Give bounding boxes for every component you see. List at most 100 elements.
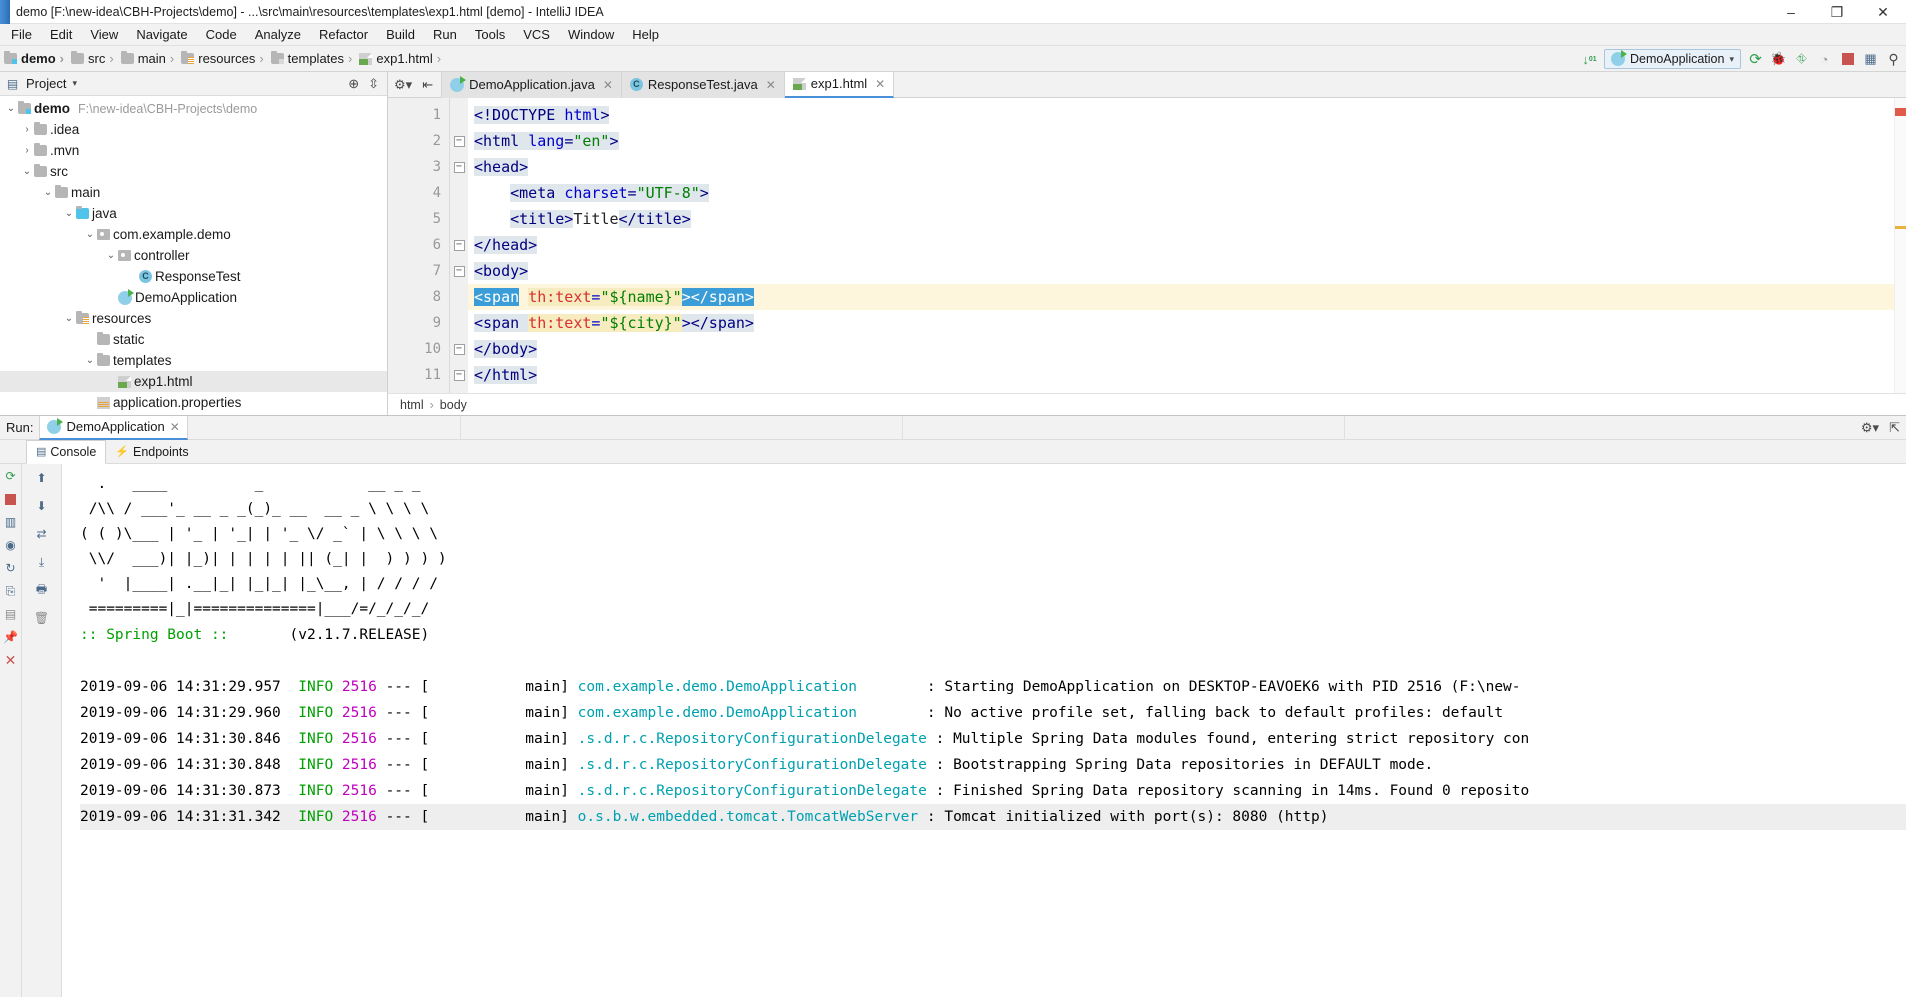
expand-arrow-icon[interactable]: › — [20, 145, 34, 156]
menu-refactor[interactable]: Refactor — [310, 26, 377, 43]
run-left-rail[interactable]: ⟳ ▥ ◉ ↻ ⎘ ▤ 📌 ✕ — [0, 464, 22, 997]
close-tab-icon[interactable]: ✕ — [603, 78, 613, 92]
expand-arrow-icon[interactable]: ⌄ — [62, 208, 76, 219]
close-icon[interactable]: ✕ — [170, 420, 180, 434]
breadcrumb-exp1html[interactable]: exp1.html › — [359, 51, 448, 66]
expand-arrow-icon[interactable]: ⌄ — [41, 187, 55, 198]
code-line-8[interactable]: <span th:text="${name}"></span> — [468, 284, 1906, 310]
tree-row-demo[interactable]: ⌄ demo F:\new-idea\CBH-Projects\demo — [0, 98, 387, 119]
fold-toggle-icon[interactable]: − — [453, 239, 465, 251]
code-editor[interactable]: 1 2 3 4 5 6 7 8 9 10 11 − − − − − − <!DO… — [388, 98, 1906, 393]
menu-file[interactable]: File — [2, 26, 41, 43]
settings-icon[interactable]: ⚙▾ — [1861, 420, 1879, 436]
run-subtabs[interactable]: ▤ Console ⚡ Endpoints — [0, 439, 1906, 464]
hide-icon[interactable]: ⇱ — [1889, 420, 1900, 436]
hide-panel-icon[interactable]: ⇤ — [422, 77, 433, 93]
tree-row-demoapplication[interactable]: DemoApplication — [0, 287, 387, 308]
tree-row-package[interactable]: ⌄ com.example.demo — [0, 224, 387, 245]
code-line-4[interactable]: <meta charset="UTF-8"> — [468, 180, 1906, 206]
code-line-7[interactable]: <body> — [468, 258, 1906, 284]
window-controls[interactable]: – ❐ ✕ — [1768, 0, 1906, 24]
gear-icon[interactable]: ⚙▾ — [394, 77, 412, 93]
tree-row-responsetest[interactable]: C ResponseTest — [0, 266, 387, 287]
expand-arrow-icon[interactable]: ⌄ — [83, 229, 97, 240]
down-arrow-icon[interactable]: ⬇ — [34, 498, 50, 514]
menu-tools[interactable]: Tools — [466, 26, 514, 43]
menu-help[interactable]: Help — [623, 26, 668, 43]
fold-toggle-icon[interactable]: − — [453, 343, 465, 355]
menubar[interactable]: File Edit View Navigate Code Analyze Ref… — [0, 24, 1906, 46]
editor-structure-breadcrumb[interactable]: html › body — [388, 393, 1906, 415]
minimize-button[interactable]: – — [1768, 0, 1814, 24]
code-line-10[interactable]: </body> — [468, 336, 1906, 362]
code-line-3[interactable]: <head> — [468, 154, 1906, 180]
tree-row-mvn[interactable]: › .mvn — [0, 140, 387, 161]
close-tab-icon[interactable]: ✕ — [875, 77, 885, 91]
breadcrumb-body[interactable]: body — [440, 398, 467, 412]
expand-arrow-icon[interactable]: ⌄ — [104, 250, 118, 261]
up-arrow-icon[interactable]: ⬆ — [34, 470, 50, 486]
fold-toggle-icon[interactable]: − — [453, 135, 465, 147]
code-line-9[interactable]: <span th:text="${city}"></span> — [468, 310, 1906, 336]
close-icon[interactable]: ✕ — [3, 652, 19, 668]
menu-code[interactable]: Code — [197, 26, 246, 43]
search-icon[interactable]: ⚲ — [1885, 51, 1902, 68]
error-stripe-marker[interactable] — [1894, 98, 1906, 393]
code-line-5[interactable]: <title>Title</title> — [468, 206, 1906, 232]
tree-row-src[interactable]: ⌄ src — [0, 161, 387, 182]
breadcrumb-templates[interactable]: templates › — [270, 51, 360, 66]
expand-arrow-icon[interactable]: ⌄ — [4, 103, 18, 114]
stop-icon[interactable] — [1839, 51, 1856, 68]
editor-tabs[interactable]: DemoApplication.java ✕ C ResponseTest.ja… — [442, 71, 895, 98]
print-icon[interactable]: 🖶 — [34, 582, 50, 598]
breadcrumb-main[interactable]: main › — [120, 51, 182, 66]
coverage-icon[interactable]: ⛗ — [1793, 51, 1810, 68]
tree-row-static[interactable]: static — [0, 329, 387, 350]
tab-responsetest-java[interactable]: C ResponseTest.java ✕ — [621, 71, 785, 98]
menu-build[interactable]: Build — [377, 26, 424, 43]
fold-toggle-icon[interactable]: − — [453, 265, 465, 277]
chevron-down-icon[interactable]: ▾ — [1729, 54, 1734, 65]
chevron-down-icon[interactable]: ▾ — [72, 78, 77, 89]
collapse-all-icon[interactable]: ⇳ — [368, 76, 379, 92]
menu-analyze[interactable]: Analyze — [246, 26, 310, 43]
tree-row-controller[interactable]: ⌄ controller — [0, 245, 387, 266]
breadcrumb-resources[interactable]: resources › — [181, 51, 270, 66]
attach-icon[interactable]: ⎘ — [3, 583, 19, 599]
console-output[interactable]: . ____ _ __ _ _ /\\ / ___'_ __ _ _(_)_ _… — [62, 464, 1906, 997]
code-line-11[interactable]: </html> — [468, 362, 1906, 388]
thread-dump-icon[interactable]: ◉ — [3, 537, 19, 553]
breadcrumb-src[interactable]: src › — [71, 51, 121, 66]
run-icon[interactable]: ⟳ — [1747, 51, 1764, 68]
tree-row-java[interactable]: ⌄ java — [0, 203, 387, 224]
scroll-to-end-icon[interactable]: ⤓ — [34, 554, 50, 570]
tab-demoapplication-java[interactable]: DemoApplication.java ✕ — [442, 71, 622, 98]
run-configuration-selector[interactable]: DemoApplication ▾ — [1603, 49, 1741, 69]
breadcrumb-demo[interactable]: demo › — [4, 51, 71, 66]
history-icon[interactable]: ▤ — [3, 606, 19, 622]
breadcrumb-html[interactable]: html — [400, 398, 424, 412]
console-action-gutter[interactable]: ⬆ ⬇ ⇄ ⤓ 🖶 🗑 — [22, 464, 62, 997]
code-line-6[interactable]: </head> — [468, 232, 1906, 258]
profile-icon[interactable]: ◔ — [1816, 51, 1833, 68]
sort-numeric-icon[interactable]: ↓ 01 — [1581, 51, 1598, 68]
expand-arrow-icon[interactable]: ⌄ — [83, 355, 97, 366]
menu-navigate[interactable]: Navigate — [127, 26, 196, 43]
menu-edit[interactable]: Edit — [41, 26, 81, 43]
expand-arrow-icon[interactable]: › — [20, 124, 34, 135]
tree-row-exp1html[interactable]: exp1.html — [0, 371, 387, 392]
subtab-console[interactable]: ▤ Console — [26, 439, 107, 464]
tree-row-applicationproperties[interactable]: application.properties — [0, 392, 387, 413]
close-tab-icon[interactable]: ✕ — [766, 78, 776, 92]
fold-toggle-icon[interactable]: − — [453, 369, 465, 381]
maximize-button[interactable]: ❐ — [1814, 0, 1860, 24]
restart-icon[interactable]: ↻ — [3, 560, 19, 576]
trace-icon[interactable]: ▥ — [3, 514, 19, 530]
tree-row-idea[interactable]: › .idea — [0, 119, 387, 140]
rerun-icon[interactable]: ⟳ — [3, 468, 19, 484]
tree-row-resources[interactable]: ⌄ resources — [0, 308, 387, 329]
fold-toggle-icon[interactable]: − — [453, 161, 465, 173]
code-folding-gutter[interactable]: − − − − − − — [450, 98, 468, 393]
close-button[interactable]: ✕ — [1860, 0, 1906, 24]
menu-run[interactable]: Run — [424, 26, 466, 43]
